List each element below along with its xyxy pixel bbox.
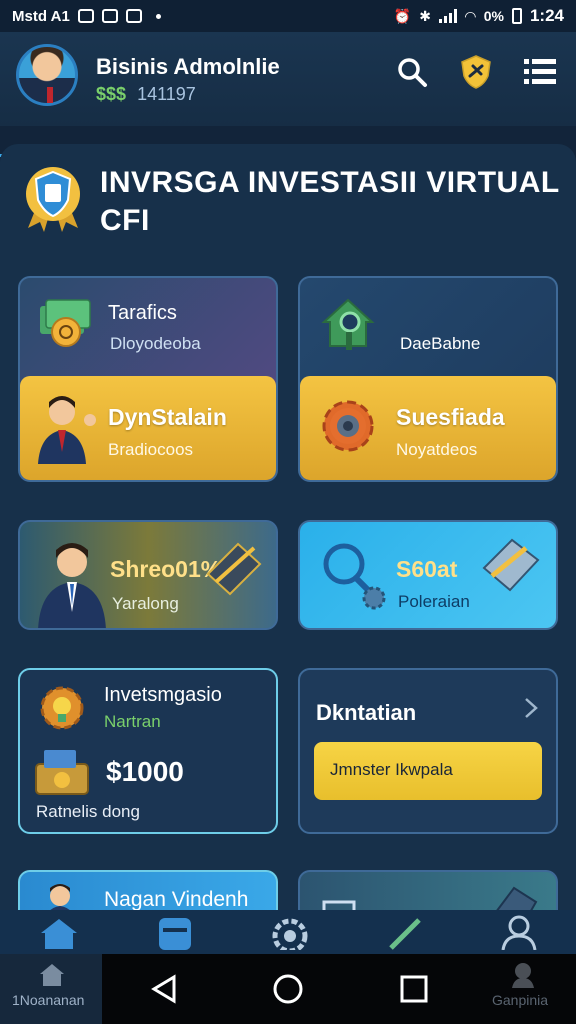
gold-subtitle: Noyatdeos [396, 440, 478, 459]
card-footer: Ratnelis dong [36, 802, 140, 821]
gold-banner[interactable]: DynStalain Bradiocoos [20, 376, 276, 480]
card-subtitle: Yaralong [112, 594, 179, 613]
menu-button[interactable] [522, 54, 558, 90]
app-icon [101, 9, 118, 23]
gold-banner[interactable]: Suesfiada Noyatdeos [300, 376, 556, 480]
profile-tab-icon[interactable] [508, 962, 538, 988]
tools-icon[interactable] [385, 914, 425, 950]
card-daebabne[interactable]: DaeBabne Suesfiada Noyatdeos [298, 276, 558, 482]
card-subtitle: DaeBabne [400, 334, 481, 353]
gear-icon [322, 400, 374, 452]
signal-icon [438, 9, 457, 23]
search-button[interactable] [394, 54, 430, 90]
card-title: Nagan Vindenh [104, 888, 249, 911]
profile-tab-label: Ganpinia [492, 992, 549, 1008]
chevron-right-icon[interactable] [522, 696, 540, 720]
card-shreo[interactable]: Shreo01%1 Yaralong [18, 520, 278, 630]
balance-row: $$$ 141197 [96, 84, 196, 105]
shield-badge-icon [461, 55, 491, 89]
card-subtitle: Dloyodeoba [110, 334, 201, 353]
money-icon: $$$ [96, 84, 127, 104]
businessman-icon [38, 543, 106, 628]
primary-action-button[interactable]: Jmnster Ikwpala [314, 742, 542, 800]
bottom-nav [0, 910, 576, 954]
card-subtitle: Poleraian [398, 592, 470, 611]
document-pen-icon [482, 538, 540, 592]
businessman-icon [38, 396, 96, 464]
card-title: S60at [396, 556, 458, 582]
card-title: Invetsmgasio [104, 684, 222, 706]
card-subtitle: Nartran [104, 712, 161, 731]
clock: 1:24 [529, 6, 564, 25]
balance-value: 141197 [137, 84, 196, 104]
panel-heading: INVRSGA INVESTASII VIRTUAL CFI [100, 166, 560, 237]
back-icon[interactable] [150, 974, 180, 1004]
cash-register-icon [35, 750, 89, 795]
avatar[interactable] [16, 44, 78, 106]
profile-icon[interactable] [499, 914, 539, 950]
chart-tool-icon [206, 542, 262, 596]
card-title: Tarafics [108, 302, 177, 324]
money-stack-icon [40, 299, 91, 347]
recents-icon[interactable] [400, 975, 428, 1003]
home-tab-label: 1Noananan [12, 992, 85, 1008]
gold-title: Suesfiada [396, 404, 505, 430]
settings-icon[interactable] [269, 914, 311, 950]
gold-title: DynStalain [108, 404, 227, 430]
house-money-icon [321, 298, 375, 350]
home-icon[interactable] [37, 915, 81, 949]
notification-icon [77, 9, 94, 23]
card-s60at[interactable]: S60at Poleraian [298, 520, 558, 630]
award-badge-icon [26, 167, 80, 232]
home-button-icon[interactable] [272, 973, 304, 1005]
dot-icon [155, 13, 161, 19]
card-title: Dkntatian [316, 700, 417, 725]
card-tarafics[interactable]: Tarafics Dloyodeoba DynStalain Bradiocoo… [18, 276, 278, 482]
search-icon [398, 58, 427, 87]
main-panel: INVRSGA INVESTASII VIRTUAL CFI Tarafics … [0, 144, 576, 954]
system-nav-bar: 1Noananan Ganpinia [0, 954, 576, 1024]
wifi-icon: ◠ [464, 7, 476, 24]
primary-action-label: Jmnster Ikwpala [330, 760, 453, 779]
alarm-icon: ⏰ [393, 7, 412, 24]
card-dkntatian[interactable]: Dkntatian Jmnster Ikwpala [298, 668, 558, 834]
magnifier-gear-icon [323, 543, 386, 610]
battery-text: 0% [483, 8, 504, 24]
gold-subtitle: Bradiocoos [108, 440, 194, 459]
home-icon [40, 964, 64, 986]
card-investment[interactable]: Invetsmgasio Nartran $1000 Ratnelis dong [18, 668, 278, 834]
bluetooth-icon: ✱ [419, 7, 431, 24]
database-icon[interactable] [155, 914, 195, 950]
battery-icon [511, 8, 522, 24]
app-header: Bisinis Admolnlie $$$ 141197 [0, 32, 576, 157]
investment-amount: $1000 [106, 756, 184, 787]
shield-button[interactable] [458, 54, 494, 90]
status-left-text: Mstd A1 [12, 7, 70, 25]
page-title: Bisinis Admolnlie [96, 54, 280, 79]
message-icon [125, 9, 142, 23]
home-tab[interactable]: 1Noananan [0, 954, 102, 1024]
status-bar: Mstd A1 ⏰ ✱ ◠ 0% 1:24 [0, 0, 576, 32]
menu-icon [524, 59, 556, 84]
gear-bulb-icon [40, 686, 84, 730]
